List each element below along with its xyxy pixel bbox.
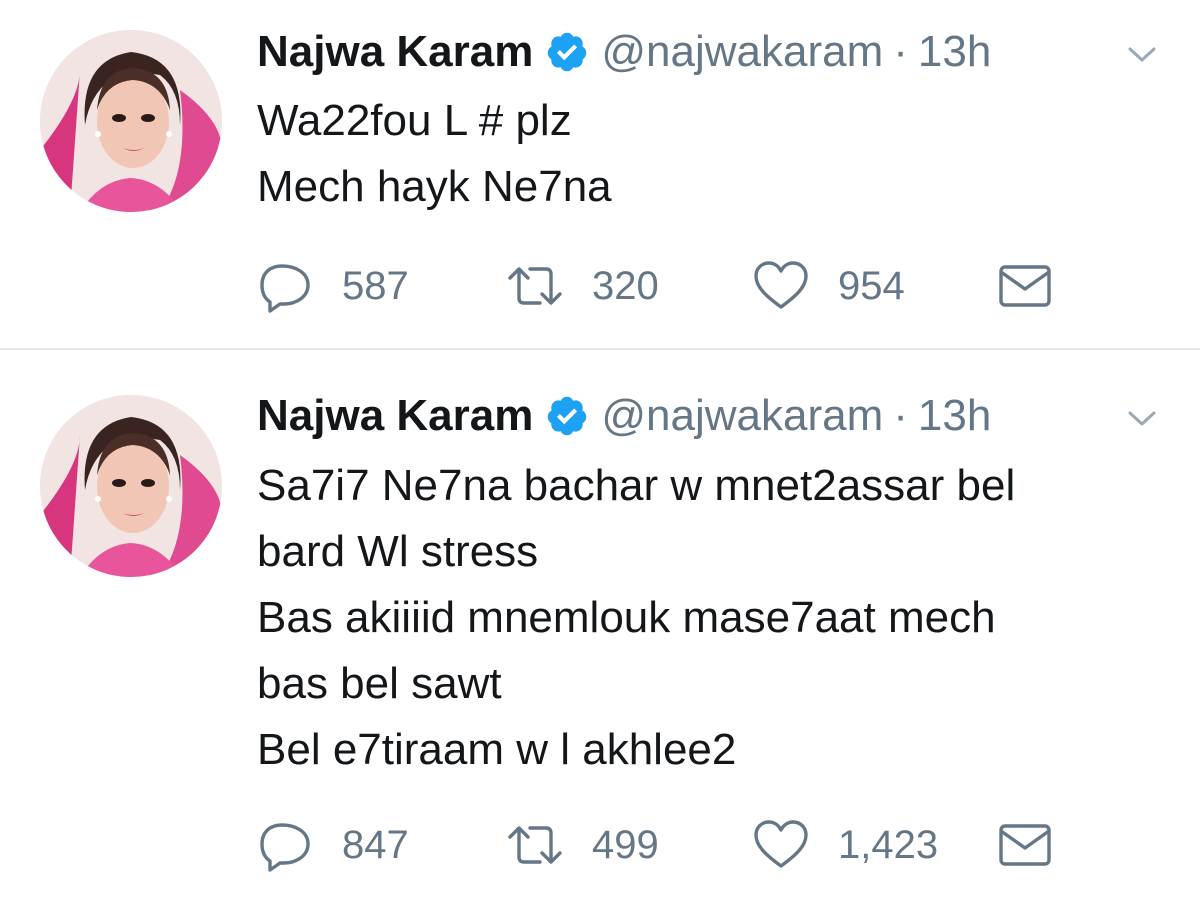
avatar[interactable]	[40, 30, 222, 212]
tweet-text-line: Bel e7tiraam w l akhlee2	[257, 725, 737, 774]
timestamp[interactable]: 13h	[918, 391, 991, 441]
heart-icon	[754, 261, 808, 309]
author-name[interactable]: Najwa Karam	[257, 391, 533, 441]
author-handle[interactable]: @najwakaram	[601, 391, 883, 441]
reply-count: 847	[342, 822, 409, 867]
tweet[interactable]: Najwa Karam @najwakaram · 13h Wa22fou L …	[0, 0, 1200, 350]
like-button[interactable]: 954	[752, 256, 905, 316]
tweet[interactable]: Najwa Karam @najwakaram · 13h Sa7i7 Ne7n…	[0, 350, 1200, 903]
retweet-icon	[508, 826, 562, 864]
reply-count: 587	[342, 263, 409, 308]
separator-dot: ·	[893, 391, 908, 440]
reply-icon	[260, 823, 310, 872]
tweet-text: Sa7i7 Ne7na bachar w mnet2assar bel bard…	[257, 453, 1157, 783]
reply-button[interactable]: 587	[258, 256, 409, 316]
tweet-header: Najwa Karam @najwakaram · 13h	[257, 22, 991, 82]
direct-message-button[interactable]	[998, 815, 1052, 875]
tweet-text-line: Sa7i7 Ne7na bachar w mnet2assar bel	[257, 461, 1016, 510]
tweet-text-line: Mech hayk Ne7na	[257, 162, 612, 211]
like-button[interactable]: 1,423	[752, 815, 938, 875]
mail-icon	[999, 824, 1051, 866]
timestamp[interactable]: 13h	[918, 27, 991, 77]
reply-button[interactable]: 847	[258, 815, 409, 875]
retweet-icon	[508, 267, 562, 305]
reply-icon	[260, 264, 310, 313]
verified-badge-icon	[545, 30, 589, 74]
tweet-header: Najwa Karam @najwakaram · 13h	[257, 386, 991, 446]
mail-icon	[999, 265, 1051, 307]
verified-badge-icon	[545, 394, 589, 438]
avatar[interactable]	[40, 395, 222, 577]
chevron-down-icon[interactable]	[1128, 46, 1156, 64]
tweet-text-line: bard Wl stress	[257, 527, 539, 576]
tweet-actions: 847 499 1,423	[258, 815, 1118, 875]
separator-dot: ·	[893, 27, 908, 76]
tweet-text-line: bas bel sawt	[257, 659, 502, 708]
retweet-count: 320	[592, 263, 659, 308]
like-count: 1,423	[838, 822, 939, 867]
tweet-text-line: Bas akiiiid mnemlouk mase7aat mech	[257, 593, 996, 642]
tweet-text: Wa22fou L # plz Mech hayk Ne7na	[257, 88, 1157, 220]
author-name[interactable]: Najwa Karam	[257, 27, 533, 77]
retweet-button[interactable]: 320	[506, 256, 659, 316]
direct-message-button[interactable]	[998, 256, 1052, 316]
retweet-count: 499	[592, 822, 659, 867]
retweet-button[interactable]: 499	[506, 815, 659, 875]
tweet-actions: 587 320 954	[258, 256, 1118, 316]
heart-icon	[754, 820, 808, 868]
like-count: 954	[838, 263, 905, 308]
chevron-down-icon[interactable]	[1128, 410, 1156, 428]
tweet-text-line: Wa22fou L # plz	[257, 96, 572, 145]
author-handle[interactable]: @najwakaram	[601, 27, 883, 77]
